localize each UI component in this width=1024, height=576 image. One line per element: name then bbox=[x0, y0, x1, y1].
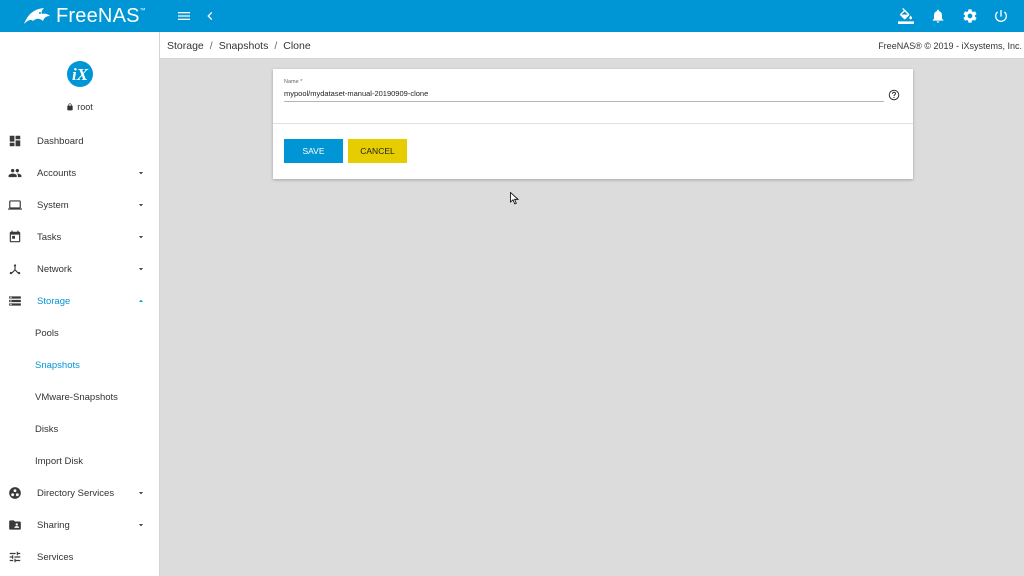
name-input[interactable] bbox=[284, 88, 884, 102]
theme-button[interactable] bbox=[896, 6, 916, 26]
cancel-button[interactable]: CANCEL bbox=[348, 139, 407, 163]
sidebar-item-label: System bbox=[37, 199, 69, 211]
mouse-pointer-icon bbox=[510, 192, 519, 205]
menu-icon bbox=[178, 12, 190, 20]
sidebar-subitem-disks[interactable]: Disks bbox=[0, 413, 159, 445]
clone-snapshot-form: Name * SAVE CANCEL bbox=[273, 69, 913, 179]
sidebar-subitem-pools[interactable]: Pools bbox=[0, 317, 159, 349]
sidebar-subitem-label: Pools bbox=[35, 327, 59, 339]
breadcrumb-separator: / bbox=[209, 40, 213, 52]
breadcrumb-bar: Storage / Snapshots / Clone FreeNAS® © 2… bbox=[160, 32, 1024, 59]
menu-toggle-button[interactable] bbox=[174, 6, 194, 26]
sidebar-item-label: Directory Services bbox=[37, 487, 115, 499]
sidebar-item-tasks[interactable]: Tasks bbox=[0, 221, 159, 253]
form-divider bbox=[273, 123, 913, 124]
svg-text:iX: iX bbox=[72, 65, 89, 84]
caret-up-icon bbox=[136, 296, 146, 306]
notifications-bell-icon bbox=[932, 9, 944, 23]
breadcrumb-snapshots[interactable]: Snapshots bbox=[219, 40, 269, 52]
laptop-icon bbox=[8, 198, 22, 212]
sidebar-item-label: Tasks bbox=[37, 231, 62, 243]
sidebar-subitem-label: VMware-Snapshots bbox=[35, 391, 118, 403]
theme-paint-icon bbox=[898, 8, 914, 24]
brand-trademark: ™ bbox=[139, 8, 146, 14]
name-field: Name * bbox=[284, 79, 884, 102]
caret-down-icon bbox=[136, 200, 146, 210]
sidebar-subitem-import-disk[interactable]: Import Disk bbox=[0, 445, 159, 477]
caret-down-icon bbox=[136, 168, 146, 178]
top-bar: FreeNAS ™ bbox=[0, 0, 1024, 32]
caret-down-icon bbox=[136, 264, 146, 274]
sidebar-item-storage[interactable]: Storage bbox=[0, 285, 159, 317]
accounts-icon bbox=[8, 166, 22, 180]
sidebar-item-network[interactable]: Network bbox=[0, 253, 159, 285]
user-info[interactable]: root bbox=[0, 102, 159, 112]
ixsystems-logo: iX bbox=[67, 61, 93, 87]
chevron-left-icon bbox=[207, 12, 213, 20]
directory-icon bbox=[8, 486, 22, 500]
collapse-sidebar-button[interactable] bbox=[200, 6, 220, 26]
folder-share-icon bbox=[8, 518, 22, 532]
help-button[interactable] bbox=[888, 89, 900, 101]
sidebar-subitem-label: Import Disk bbox=[35, 455, 84, 467]
breadcrumb-clone: Clone bbox=[283, 40, 311, 52]
tune-icon bbox=[8, 550, 22, 564]
dashboard-icon bbox=[8, 134, 22, 148]
username: root bbox=[77, 102, 93, 112]
sidebar: iX root Dashboard Accounts System Tasks … bbox=[0, 32, 160, 576]
user-profile: iX root bbox=[0, 32, 159, 118]
caret-down-icon bbox=[136, 488, 146, 498]
sidebar-subitem-vmware-snapshots[interactable]: VMware-Snapshots bbox=[0, 381, 159, 413]
sidebar-subitem-label: Disks bbox=[35, 423, 59, 435]
settings-gear-icon bbox=[963, 9, 977, 23]
sidebar-item-services[interactable]: Services bbox=[0, 541, 159, 573]
calendar-icon bbox=[8, 230, 22, 244]
breadcrumb-storage[interactable]: Storage bbox=[167, 40, 204, 52]
sidebar-item-dashboard[interactable]: Dashboard bbox=[0, 125, 159, 157]
lock-icon bbox=[67, 103, 73, 111]
brand[interactable]: FreeNAS ™ bbox=[0, 0, 160, 32]
breadcrumb: Storage / Snapshots / Clone bbox=[167, 40, 311, 52]
sidebar-item-directory-services[interactable]: Directory Services bbox=[0, 477, 159, 509]
sidebar-item-label: Dashboard bbox=[37, 135, 84, 147]
brand-name: FreeNAS bbox=[56, 4, 140, 27]
save-button[interactable]: SAVE bbox=[284, 139, 343, 163]
freenas-shark-logo bbox=[24, 8, 50, 24]
notifications-button[interactable] bbox=[928, 6, 948, 26]
caret-down-icon bbox=[136, 232, 146, 242]
network-icon bbox=[8, 262, 22, 276]
sidebar-item-label: Accounts bbox=[37, 167, 77, 179]
help-circle-icon bbox=[888, 89, 900, 101]
power-icon bbox=[995, 10, 1007, 22]
name-field-label: Name * bbox=[284, 79, 303, 85]
breadcrumb-separator: / bbox=[274, 40, 278, 52]
sidebar-item-sharing[interactable]: Sharing bbox=[0, 509, 159, 541]
sidebar-item-system[interactable]: System bbox=[0, 189, 159, 221]
copyright[interactable]: FreeNAS® © 2019 - iXsystems, Inc. bbox=[878, 41, 1022, 51]
sidebar-item-accounts[interactable]: Accounts bbox=[0, 157, 159, 189]
sidebar-item-label: Sharing bbox=[37, 519, 70, 531]
storage-icon bbox=[8, 294, 22, 308]
sidebar-subitem-label: Snapshots bbox=[35, 359, 80, 371]
caret-down-icon bbox=[136, 520, 146, 530]
power-button[interactable] bbox=[991, 6, 1011, 26]
settings-button[interactable] bbox=[960, 6, 980, 26]
sidebar-item-label: Storage bbox=[37, 295, 71, 307]
sidebar-item-label: Services bbox=[37, 551, 74, 563]
sidebar-item-label: Network bbox=[37, 263, 72, 275]
sidebar-subitem-snapshots[interactable]: Snapshots bbox=[0, 349, 159, 381]
